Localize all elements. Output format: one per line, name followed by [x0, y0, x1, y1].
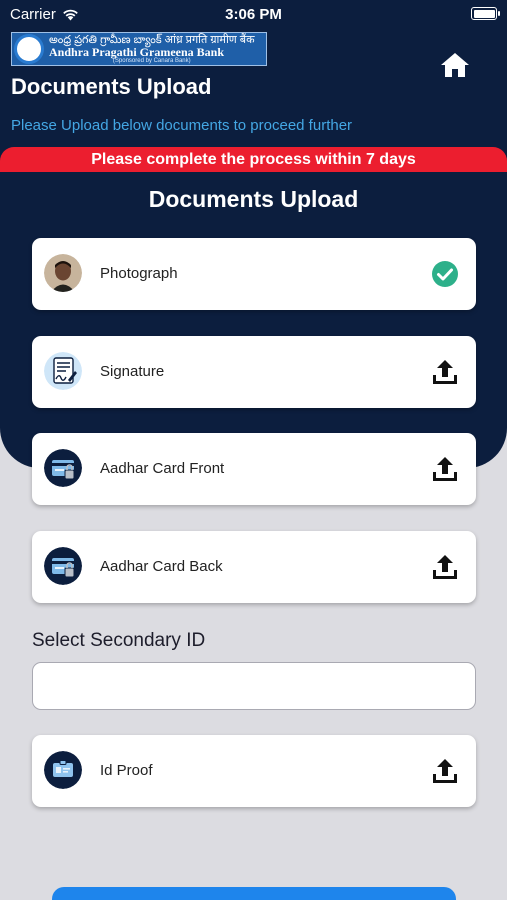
secondary-id-label: Select Secondary ID	[32, 630, 206, 651]
bank-logo: అంధ్ర ప్రగతి గ్రామీణ బ్యాంక్ आंध्र प्रगत…	[11, 32, 267, 66]
user-photo-icon	[44, 254, 82, 292]
upload-icon[interactable]	[430, 552, 460, 582]
id-card-icon	[44, 547, 82, 585]
id-card-icon	[44, 449, 82, 487]
page-title: Documents Upload	[11, 74, 212, 99]
signature-icon	[44, 352, 82, 390]
status-bar: Carrier 3:06 PM	[0, 0, 507, 28]
document-label: Id Proof	[100, 762, 153, 779]
document-card-aadhar-back[interactable]: Aadhar Card Back	[32, 531, 476, 603]
document-label: Photograph	[100, 265, 178, 282]
upload-icon[interactable]	[430, 454, 460, 484]
bank-logo-text: అంధ్ర ప్రగతి గ్రామీణ బ్యాంక్ आंध्र प्रगत…	[49, 33, 255, 64]
upload-icon[interactable]	[430, 357, 460, 387]
bank-emblem-icon	[14, 34, 44, 64]
check-circle-icon	[430, 259, 460, 289]
upload-icon[interactable]	[430, 756, 460, 786]
bank-name-english: Andhra Pragathi Grameena Bank	[49, 44, 225, 59]
document-card-signature[interactable]: Signature	[32, 336, 476, 408]
section-title: Documents Upload	[148, 186, 359, 212]
battery-icon	[471, 7, 500, 20]
document-label: Signature	[100, 363, 165, 380]
status-time: 3:06 PM	[225, 6, 282, 23]
bank-name-regional: అంధ్ర ప్రగతి గ్రామీణ బ్యాంక్ आंध्र प्रगत…	[49, 33, 255, 46]
document-card-id-proof[interactable]: Id Proof	[32, 735, 476, 807]
deadline-banner: Please complete the process within 7 day…	[0, 147, 507, 172]
document-card-photograph[interactable]: Photograph	[32, 238, 476, 310]
home-icon	[441, 53, 469, 77]
home-button[interactable]	[440, 52, 470, 78]
submit-button[interactable]	[52, 887, 456, 900]
id-badge-icon	[44, 751, 82, 789]
page-subtitle: Please Upload below documents to proceed…	[11, 117, 353, 134]
secondary-id-select[interactable]	[32, 662, 476, 710]
document-card-aadhar-front[interactable]: Aadhar Card Front	[32, 433, 476, 505]
document-label: Aadhar Card Front	[100, 460, 225, 477]
document-label: Aadhar Card Back	[100, 558, 223, 575]
